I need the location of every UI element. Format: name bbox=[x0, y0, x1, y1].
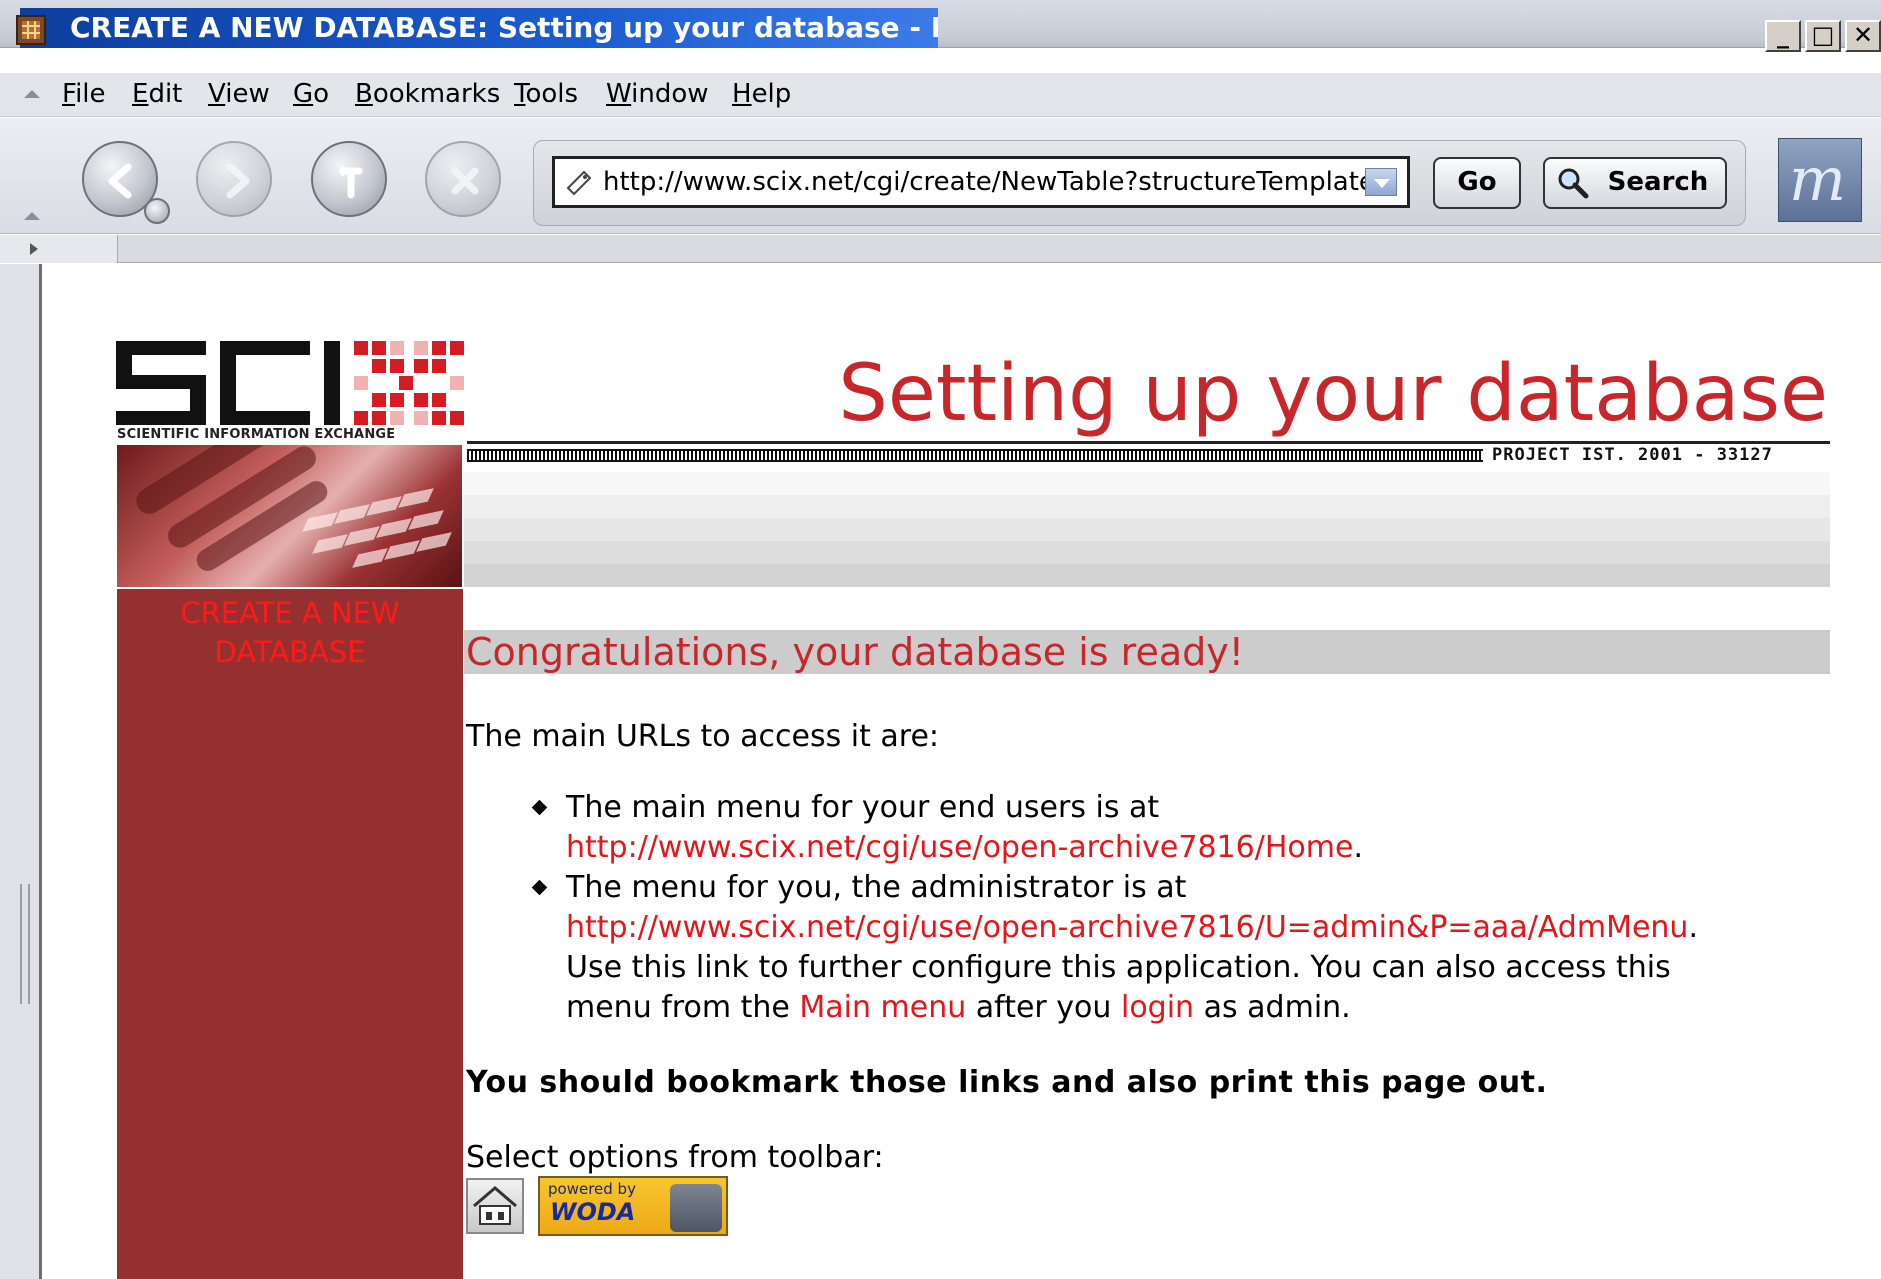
forward-button[interactable] bbox=[196, 141, 272, 217]
success-banner: Congratulations, your database is ready! bbox=[464, 630, 1830, 674]
side-nav-create-database[interactable]: CREATE A NEW DATABASE bbox=[117, 594, 463, 672]
menu-tools-label: ools bbox=[525, 79, 579, 109]
back-history-dropdown[interactable] bbox=[144, 198, 170, 224]
stop-button[interactable] bbox=[425, 141, 501, 217]
minimize-button[interactable]: _ bbox=[1765, 20, 1801, 52]
page-proxy-icon[interactable] bbox=[564, 166, 596, 198]
go-button[interactable]: Go bbox=[1433, 157, 1521, 209]
menu-bookmarks-label: ookmarks bbox=[372, 79, 501, 109]
powered-by-woda-badge[interactable]: powered by WODA bbox=[538, 1176, 728, 1236]
menu-window[interactable]: Window bbox=[606, 79, 709, 109]
window-controls: _ □ ✕ bbox=[1765, 20, 1881, 52]
menu-edit[interactable]: Edit bbox=[132, 79, 182, 109]
login-link[interactable]: login bbox=[1121, 990, 1194, 1025]
woda-name: WODA bbox=[550, 1198, 636, 1226]
menu-go[interactable]: Go bbox=[293, 79, 329, 109]
main-menu-link[interactable]: Main menu bbox=[799, 990, 966, 1025]
side-panel bbox=[117, 589, 463, 1279]
bullet2-text: The menu for you, the administrator is a… bbox=[566, 870, 1187, 905]
home-icon bbox=[473, 1186, 517, 1225]
toolbar-label: Select options from toolbar: bbox=[466, 1140, 884, 1175]
menu-go-label: o bbox=[313, 79, 330, 109]
menu-go-accel: G bbox=[293, 79, 314, 109]
header-dot-band bbox=[467, 449, 1483, 462]
logo-subtitle: SCIENTIFIC INFORMATION EXCHANGE bbox=[117, 427, 396, 442]
bullet2-end: as admin. bbox=[1203, 990, 1351, 1025]
menu-file-accel: F bbox=[62, 79, 76, 109]
sidebar-toggle[interactable] bbox=[0, 235, 118, 263]
close-button[interactable]: ✕ bbox=[1845, 20, 1881, 52]
bullet2-mid: after you bbox=[975, 990, 1112, 1025]
url-history-dropdown[interactable] bbox=[1365, 168, 1397, 196]
woda-robot-icon bbox=[670, 1184, 722, 1232]
bullet2-more: Use this link to further configure this … bbox=[566, 950, 1671, 985]
throbber-glyph: m bbox=[1789, 145, 1846, 215]
window-title: CREATE A NEW DATABASE: Setting up your d… bbox=[20, 8, 938, 48]
mozilla-throbber-icon[interactable]: m bbox=[1778, 138, 1862, 222]
menubar-grip-icon[interactable] bbox=[24, 90, 40, 98]
header-rule bbox=[467, 441, 1830, 444]
bullet1-text: The main menu for your end users is at bbox=[566, 790, 1160, 825]
personal-toolbar bbox=[0, 235, 1881, 263]
menubar: File Edit View Go Bookmarks Tools Window… bbox=[0, 73, 1881, 117]
bookmark-note: You should bookmark those links and also… bbox=[466, 1065, 1548, 1100]
bullet2-line2: http://www.scix.net/cgi/use/open-archive… bbox=[566, 908, 1698, 948]
menu-window-label: indow bbox=[631, 79, 709, 109]
address-bar[interactable]: http://www.scix.net/cgi/create/NewTable?… bbox=[552, 156, 1410, 208]
navbar-grip-icon[interactable] bbox=[24, 212, 40, 220]
mozilla-app-icon bbox=[16, 15, 46, 45]
menu-view-label: iew bbox=[225, 79, 270, 109]
menu-view-accel: V bbox=[208, 79, 226, 109]
stop-icon bbox=[451, 167, 479, 195]
menu-bookmarks[interactable]: Bookmarks bbox=[355, 79, 500, 109]
menu-file-label: ile bbox=[75, 79, 106, 109]
home-button[interactable] bbox=[466, 1178, 524, 1234]
bullet2-line4: menu from the Main menu after you login … bbox=[566, 988, 1351, 1028]
menu-view[interactable]: View bbox=[208, 79, 270, 109]
forward-arrow-icon bbox=[226, 163, 250, 199]
sidebar-splitter[interactable] bbox=[0, 264, 42, 1279]
bullet1-period: . bbox=[1353, 830, 1363, 865]
menu-edit-label: dit bbox=[148, 79, 183, 109]
menu-tools[interactable]: Tools bbox=[514, 79, 578, 109]
reload-icon bbox=[339, 165, 363, 199]
menu-help-accel: H bbox=[732, 79, 752, 109]
menu-edit-accel: E bbox=[132, 79, 149, 109]
admin-menu-link[interactable]: http://www.scix.net/cgi/use/open-archive… bbox=[566, 910, 1688, 945]
page-title: Setting up your database bbox=[838, 349, 1828, 439]
menu-tools-accel: T bbox=[514, 79, 526, 109]
maximize-button[interactable]: □ bbox=[1805, 20, 1841, 52]
menu-help-label: elp bbox=[751, 79, 792, 109]
splitter-grip-icon bbox=[20, 884, 30, 1004]
menu-window-accel: W bbox=[606, 79, 632, 109]
project-code: PROJECT IST. 2001 - 33127 bbox=[1492, 445, 1773, 465]
bullet2-period: . bbox=[1688, 910, 1698, 945]
menu-file[interactable]: File bbox=[62, 79, 106, 109]
bullet2-pre: menu from the bbox=[566, 990, 790, 1025]
back-arrow-icon bbox=[108, 163, 132, 199]
window-titlebar: CREATE A NEW DATABASE: Setting up your d… bbox=[0, 0, 1881, 52]
keyboard-hands-image bbox=[117, 445, 462, 587]
woda-powered-label: powered by bbox=[548, 1180, 636, 1198]
search-icon bbox=[1558, 168, 1589, 199]
end-user-home-link[interactable]: http://www.scix.net/cgi/use/open-archive… bbox=[566, 830, 1353, 865]
intro-text: The main URLs to access it are: bbox=[466, 719, 940, 754]
menu-bookmarks-accel: B bbox=[355, 79, 373, 109]
reload-button[interactable] bbox=[311, 141, 387, 217]
header-gradient-band bbox=[464, 472, 1830, 587]
menu-help[interactable]: Help bbox=[732, 79, 791, 109]
scix-logo bbox=[116, 341, 464, 425]
bullet1-line2: http://www.scix.net/cgi/use/open-archive… bbox=[566, 828, 1363, 868]
